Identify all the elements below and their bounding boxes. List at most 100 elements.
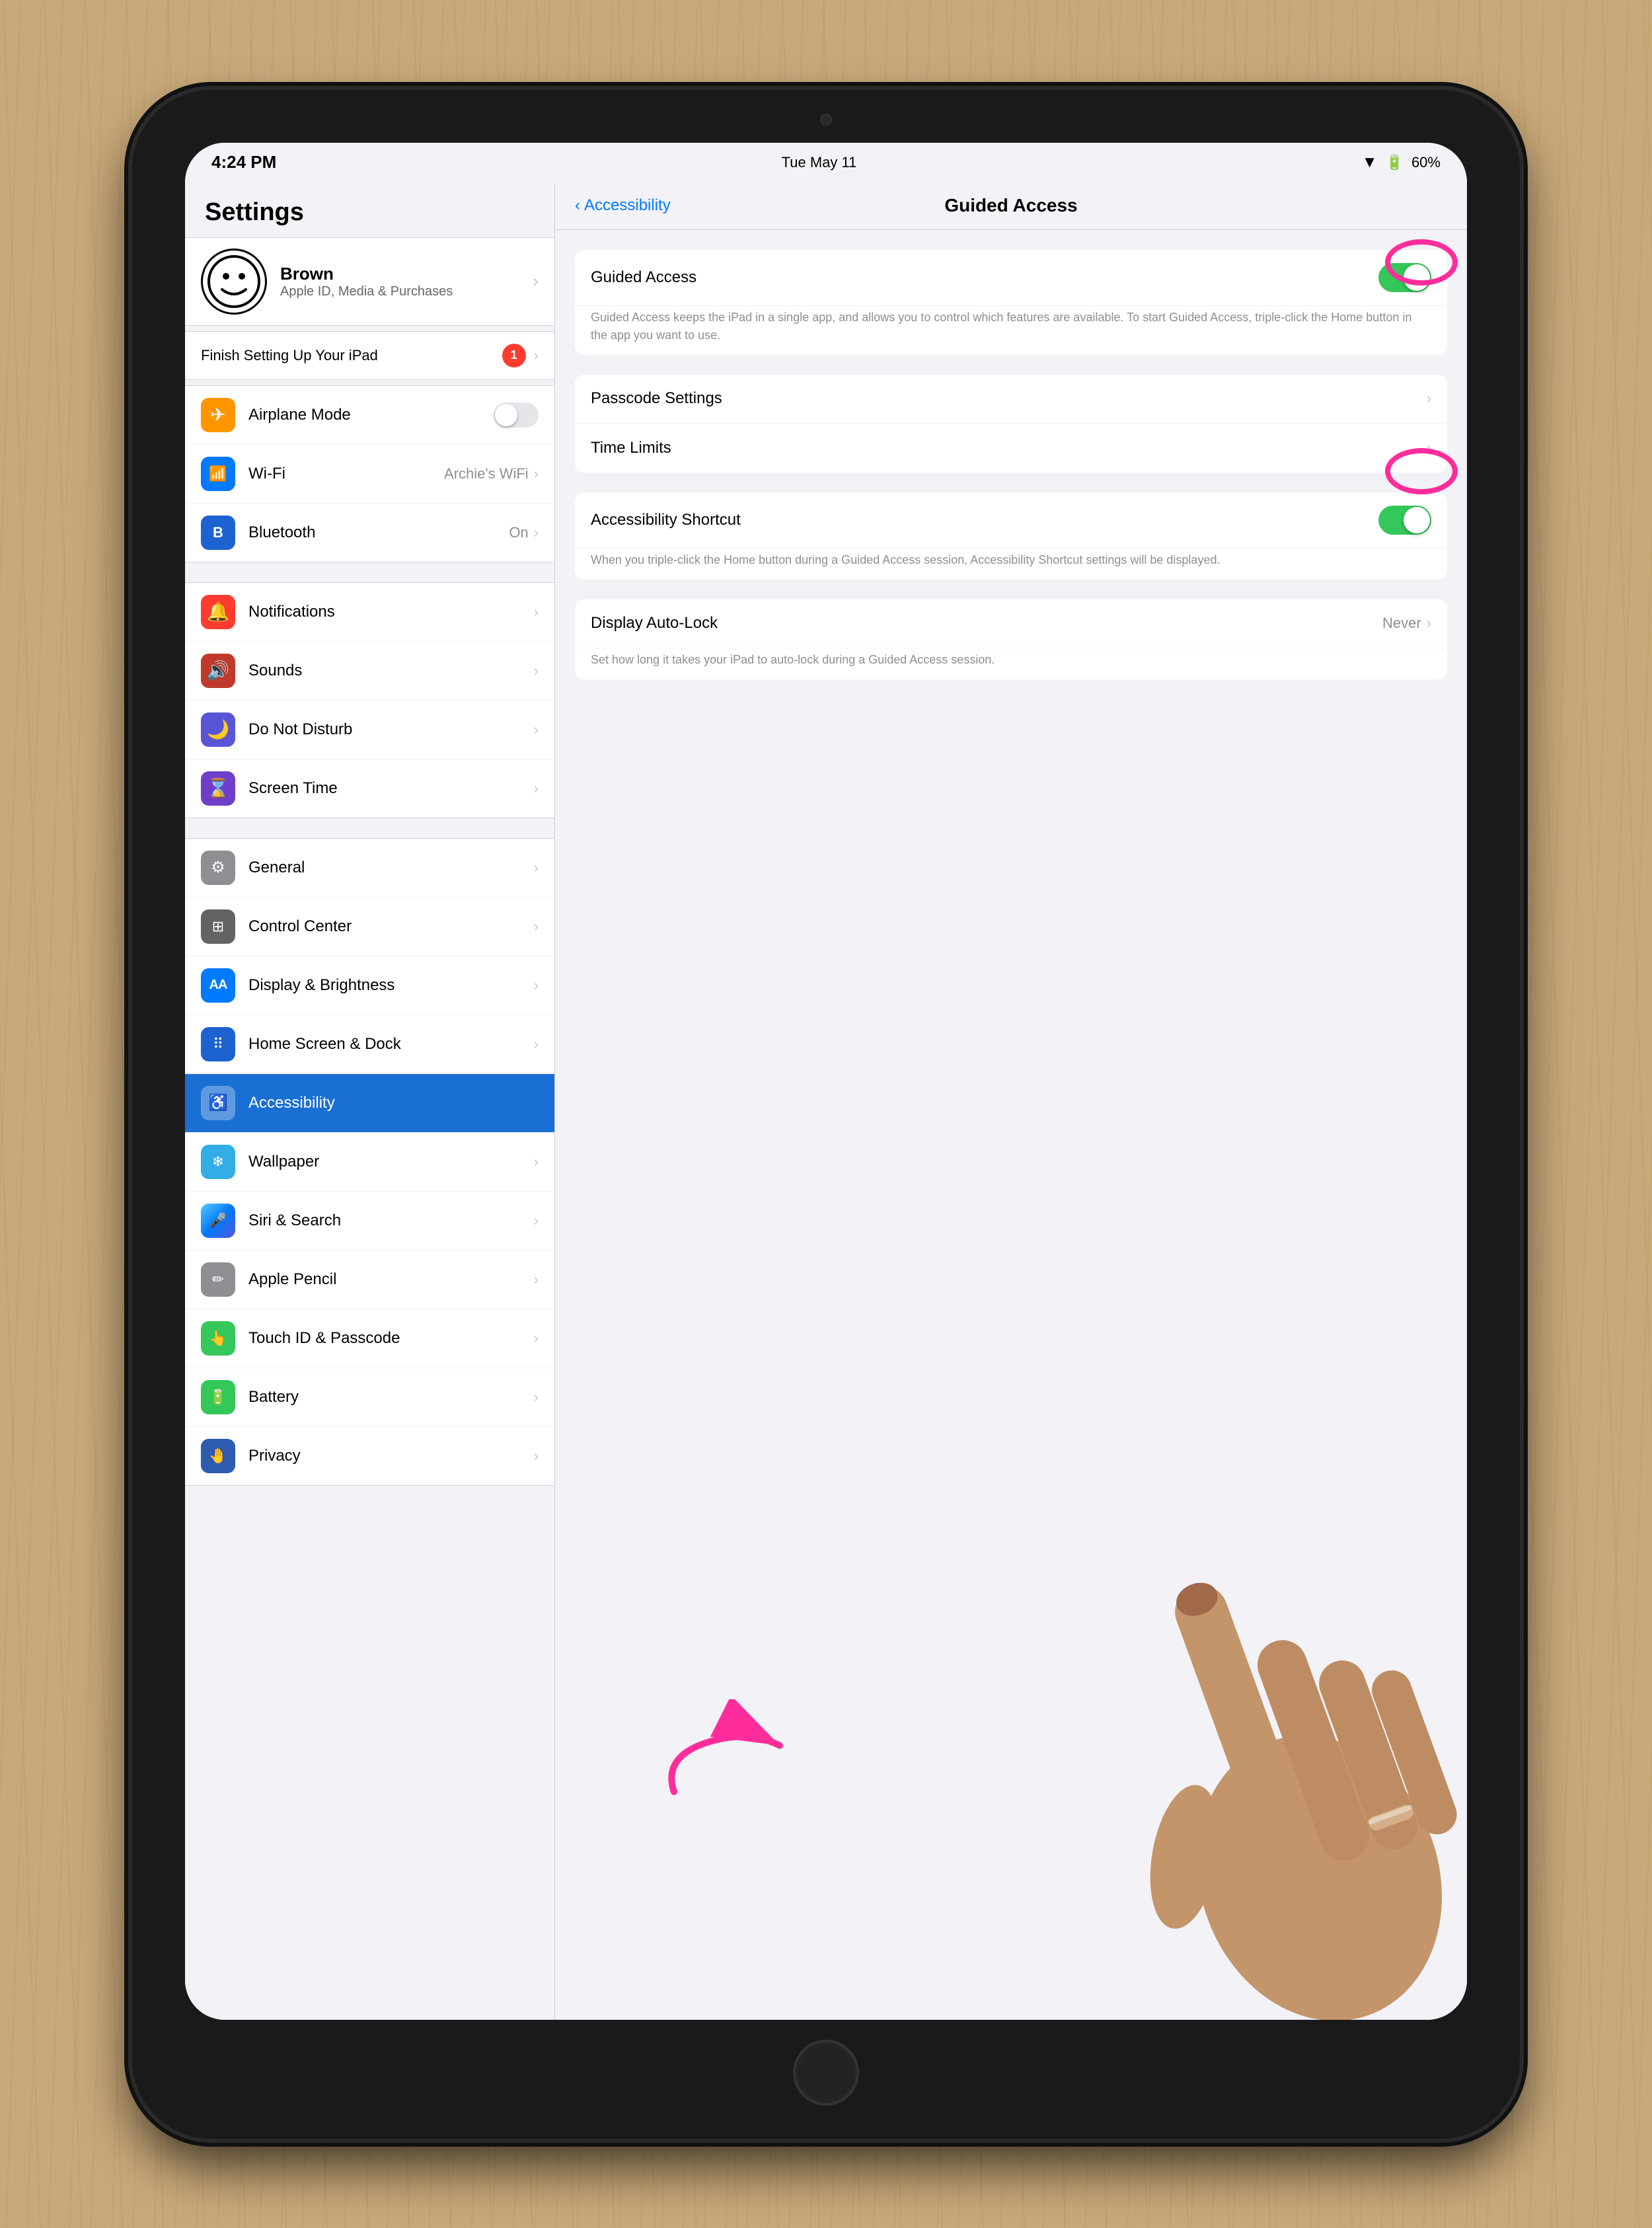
guided-access-label: Guided Access: [591, 268, 1378, 287]
profile-subtitle: Apple ID, Media & Purchases: [280, 284, 533, 299]
accessibility-shortcut-toggle[interactable]: [1378, 506, 1431, 535]
settings-title: Settings: [205, 198, 304, 226]
siri-label: Siri & Search: [248, 1211, 534, 1230]
accessibility-shortcut-description: When you triple-click the Home button du…: [575, 549, 1447, 580]
screen-content: 4:24 PM Tue May 11 ▼ 🔋 60% Settings: [185, 143, 1467, 2020]
display-autolock-value: Never: [1382, 615, 1421, 632]
sidebar-item-battery[interactable]: 🔋 Battery ›: [185, 1368, 554, 1427]
guided-access-description: Guided Access keeps the iPad in a single…: [575, 306, 1447, 355]
notifications-icon: 🔔: [201, 595, 235, 629]
battery-chevron-icon: ›: [534, 1389, 539, 1406]
airplane-label: Airplane Mode: [248, 406, 494, 424]
touchid-chevron-icon: ›: [534, 1330, 539, 1347]
passcode-settings-row[interactable]: Passcode Settings ›: [575, 375, 1447, 424]
sounds-icon: 🔊: [201, 654, 235, 688]
system-section: ⚙ General › ⊞ Control Center › AA Displa…: [185, 838, 554, 1486]
sidebar-item-general[interactable]: ⚙ General ›: [185, 839, 554, 898]
status-right-icons: ▼ 🔋 60%: [1362, 153, 1441, 172]
sidebar-item-accessibility[interactable]: ♿ Accessibility: [185, 1074, 554, 1133]
general-icon: ⚙: [201, 851, 235, 885]
display-autolock-label: Display Auto-Lock: [591, 614, 1382, 633]
accessibility-settings-icon: ♿: [201, 1086, 235, 1120]
back-label: Accessibility: [584, 196, 671, 215]
controlcenter-icon: ⊞: [201, 909, 235, 944]
right-panel: ‹ Accessibility Guided Access Guided Acc…: [555, 182, 1467, 2020]
screentime-label: Screen Time: [248, 779, 534, 798]
main-content: Settings: [185, 182, 1467, 2020]
accessibility-shortcut-row[interactable]: Accessibility Shortcut: [575, 492, 1447, 549]
general-label: General: [248, 859, 534, 877]
sounds-label: Sounds: [248, 662, 534, 680]
applepencil-label: Apple Pencil: [248, 1270, 534, 1289]
home-button[interactable]: [793, 2040, 859, 2106]
avatar: [201, 249, 267, 315]
battery-icon: 🔋: [1386, 154, 1404, 171]
profile-section[interactable]: Brown Apple ID, Media & Purchases ›: [185, 237, 554, 326]
touchid-label: Touch ID & Passcode: [248, 1329, 534, 1348]
display-autolock-row[interactable]: Display Auto-Lock Never ›: [575, 599, 1447, 648]
back-button[interactable]: ‹ Accessibility: [575, 196, 671, 215]
siri-chevron-icon: ›: [534, 1212, 539, 1229]
siri-icon: 🎤: [201, 1204, 235, 1238]
back-chevron-icon: ‹: [575, 196, 580, 215]
display-autolock-description: Set how long it takes your iPad to auto-…: [575, 648, 1447, 679]
display-chevron-icon: ›: [534, 977, 539, 994]
sidebar-item-donotdisturb[interactable]: 🌙 Do Not Disturb ›: [185, 701, 554, 759]
profile-info: Brown Apple ID, Media & Purchases: [280, 264, 533, 299]
finish-setup-label: Finish Setting Up Your iPad: [201, 347, 502, 364]
applepencil-icon: ✏: [201, 1262, 235, 1297]
sidebar-item-wifi[interactable]: 📶 Wi-Fi Archie's WiFi ›: [185, 445, 554, 504]
sidebar-item-sounds[interactable]: 🔊 Sounds ›: [185, 642, 554, 701]
homescreen-icon: ⠿: [201, 1027, 235, 1061]
nav-bar: ‹ Accessibility Guided Access: [555, 182, 1467, 230]
donotdisturb-icon: 🌙: [201, 712, 235, 747]
donotdisturb-label: Do Not Disturb: [248, 720, 534, 739]
notifications-chevron-icon: ›: [534, 603, 539, 621]
airplane-icon: ✈: [201, 398, 235, 432]
bluetooth-value: On: [509, 524, 528, 541]
sidebar-item-siri[interactable]: 🎤 Siri & Search ›: [185, 1192, 554, 1250]
time-limits-row[interactable]: Time Limits ›: [575, 424, 1447, 473]
sidebar-item-bluetooth[interactable]: B Bluetooth On ›: [185, 504, 554, 562]
display-autolock-group: Display Auto-Lock Never › Set how long i…: [575, 599, 1447, 679]
passcode-chevron-icon: ›: [1427, 390, 1431, 407]
status-date: Tue May 11: [782, 154, 857, 171]
battery-percent: 60%: [1411, 154, 1441, 171]
sidebar-item-screentime[interactable]: ⌛ Screen Time ›: [185, 759, 554, 818]
arrow-annotation: [634, 1699, 806, 1808]
notifications-section: 🔔 Notifications › 🔊 Sounds › 🌙 Do Not Di…: [185, 582, 554, 818]
sidebar-item-touchid[interactable]: 👆 Touch ID & Passcode ›: [185, 1309, 554, 1368]
wallpaper-chevron-icon: ›: [534, 1153, 539, 1171]
wifi-value: Archie's WiFi: [444, 465, 529, 482]
profile-chevron-icon: ›: [533, 271, 539, 291]
sounds-chevron-icon: ›: [534, 662, 539, 679]
camera-dot: [820, 114, 832, 126]
accessibility-label: Accessibility: [248, 1094, 539, 1112]
finish-setup-banner[interactable]: Finish Setting Up Your iPad 1 ›: [185, 331, 554, 380]
sidebar-item-notifications[interactable]: 🔔 Notifications ›: [185, 583, 554, 642]
sidebar-item-airplane[interactable]: ✈ Airplane Mode: [185, 386, 554, 445]
sidebar-item-homescreen[interactable]: ⠿ Home Screen & Dock ›: [185, 1015, 554, 1074]
privacy-chevron-icon: ›: [534, 1447, 539, 1465]
airplane-toggle[interactable]: [494, 403, 539, 428]
sidebar-item-applepencil[interactable]: ✏ Apple Pencil ›: [185, 1250, 554, 1309]
guided-access-group: Guided Access Guided Access keeps the iP…: [575, 250, 1447, 355]
wifi-icon: ▼: [1362, 153, 1378, 172]
sidebar-header: Settings: [185, 182, 554, 237]
sidebar-item-display[interactable]: AA Display & Brightness ›: [185, 956, 554, 1015]
sidebar: Settings: [185, 182, 555, 2020]
ipad-screen: 4:24 PM Tue May 11 ▼ 🔋 60% Settings: [185, 143, 1467, 2020]
guided-access-toggle[interactable]: [1378, 263, 1431, 292]
homescreen-label: Home Screen & Dock: [248, 1035, 534, 1054]
sidebar-item-privacy[interactable]: 🤚 Privacy ›: [185, 1427, 554, 1485]
bluetooth-chevron-icon: ›: [534, 524, 539, 541]
sidebar-item-wallpaper[interactable]: ❄ Wallpaper ›: [185, 1133, 554, 1192]
guided-access-row[interactable]: Guided Access: [575, 250, 1447, 306]
passcode-settings-label: Passcode Settings: [591, 389, 1427, 408]
wifi-label: Wi-Fi: [248, 465, 444, 483]
applepencil-chevron-icon: ›: [534, 1271, 539, 1288]
sidebar-item-controlcenter[interactable]: ⊞ Control Center ›: [185, 898, 554, 956]
panel-content: Guided Access Guided Access keeps the iP…: [555, 230, 1467, 2020]
general-chevron-icon: ›: [534, 859, 539, 876]
accessibility-shortcut-label: Accessibility Shortcut: [591, 511, 1378, 529]
